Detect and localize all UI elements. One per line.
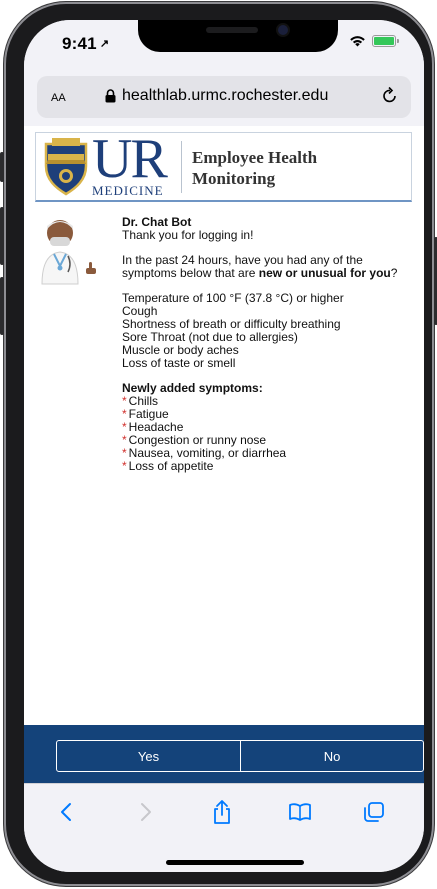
doctor-avatar-icon [41,220,96,285]
front-camera [278,25,288,35]
ur-medicine-logo: UR MEDICINE [92,128,168,198]
question-text: In the past 24 hours, have you had any o… [122,253,398,280]
speaker-grille [206,27,258,33]
back-button[interactable] [52,798,80,826]
symptom-list: Temperature of 100 °F (37.8 °C) or highe… [122,292,412,370]
address-bar[interactable]: AA healthlab.urmc.rochester.edu [37,76,411,118]
location-icon: ↗ [99,38,110,50]
clock: 9:41 ↗ [62,34,110,53]
tabs-icon [364,802,384,822]
reload-icon [383,86,396,103]
status-bar: 9:41 ↗ [24,20,424,66]
university-crest-icon [44,138,88,196]
new-symptom-item: * Loss of appetite [122,459,214,473]
bookmarks-button[interactable] [286,798,314,826]
battery-icon [372,35,399,47]
site-header: UR MEDICINE Employee Health Monitoring [35,128,412,202]
silent-switch [0,152,4,182]
share-button[interactable] [208,798,236,826]
page-title: Employee Health Monitoring [192,148,318,188]
volume-up-button [0,207,4,265]
status-icons [349,35,399,47]
yes-button[interactable]: Yes [56,740,241,772]
lock-icon [105,89,116,103]
back-icon [61,803,71,821]
url-text: healthlab.urmc.rochester.edu [122,87,329,104]
tabs-button[interactable] [360,798,388,826]
chat-message: Dr. Chat Bot Thank you for logging in! I… [122,216,412,473]
wifi-icon [350,36,365,47]
url-field[interactable]: healthlab.urmc.rochester.edu [105,87,328,105]
symptom-item: Loss of taste or smell [122,356,236,370]
forward-icon [141,803,151,821]
no-button[interactable]: No [240,740,424,772]
volume-down-button [0,277,4,335]
home-indicator[interactable] [166,860,304,865]
header-divider [181,141,182,193]
reload-button[interactable] [381,85,399,110]
new-symptom-list: Newly added symptoms: * Chills * Fatigue *… [122,382,412,473]
forward-button[interactable] [132,798,160,826]
new-symptoms-heading: Newly added symptoms: [122,381,263,395]
screen: 9:41 ↗ AA healthlab.urmc.rochester.edu U… [24,20,424,872]
notch [138,20,338,52]
greeting-text: Thank you for logging in! [122,228,254,242]
text-size-button[interactable]: AA [51,88,66,105]
bookmarks-icon [289,803,311,821]
response-bar: Yes No [24,725,424,783]
browser-toolbar [24,783,424,872]
phone-frame: 9:41 ↗ AA healthlab.urmc.rochester.edu U… [0,2,437,886]
share-icon [214,800,230,824]
web-page: UR MEDICINE Employee Health Monitoring D… [24,126,424,726]
symptom-item: Temperature of 100 °F (37.8 °C) or highe… [122,291,344,305]
